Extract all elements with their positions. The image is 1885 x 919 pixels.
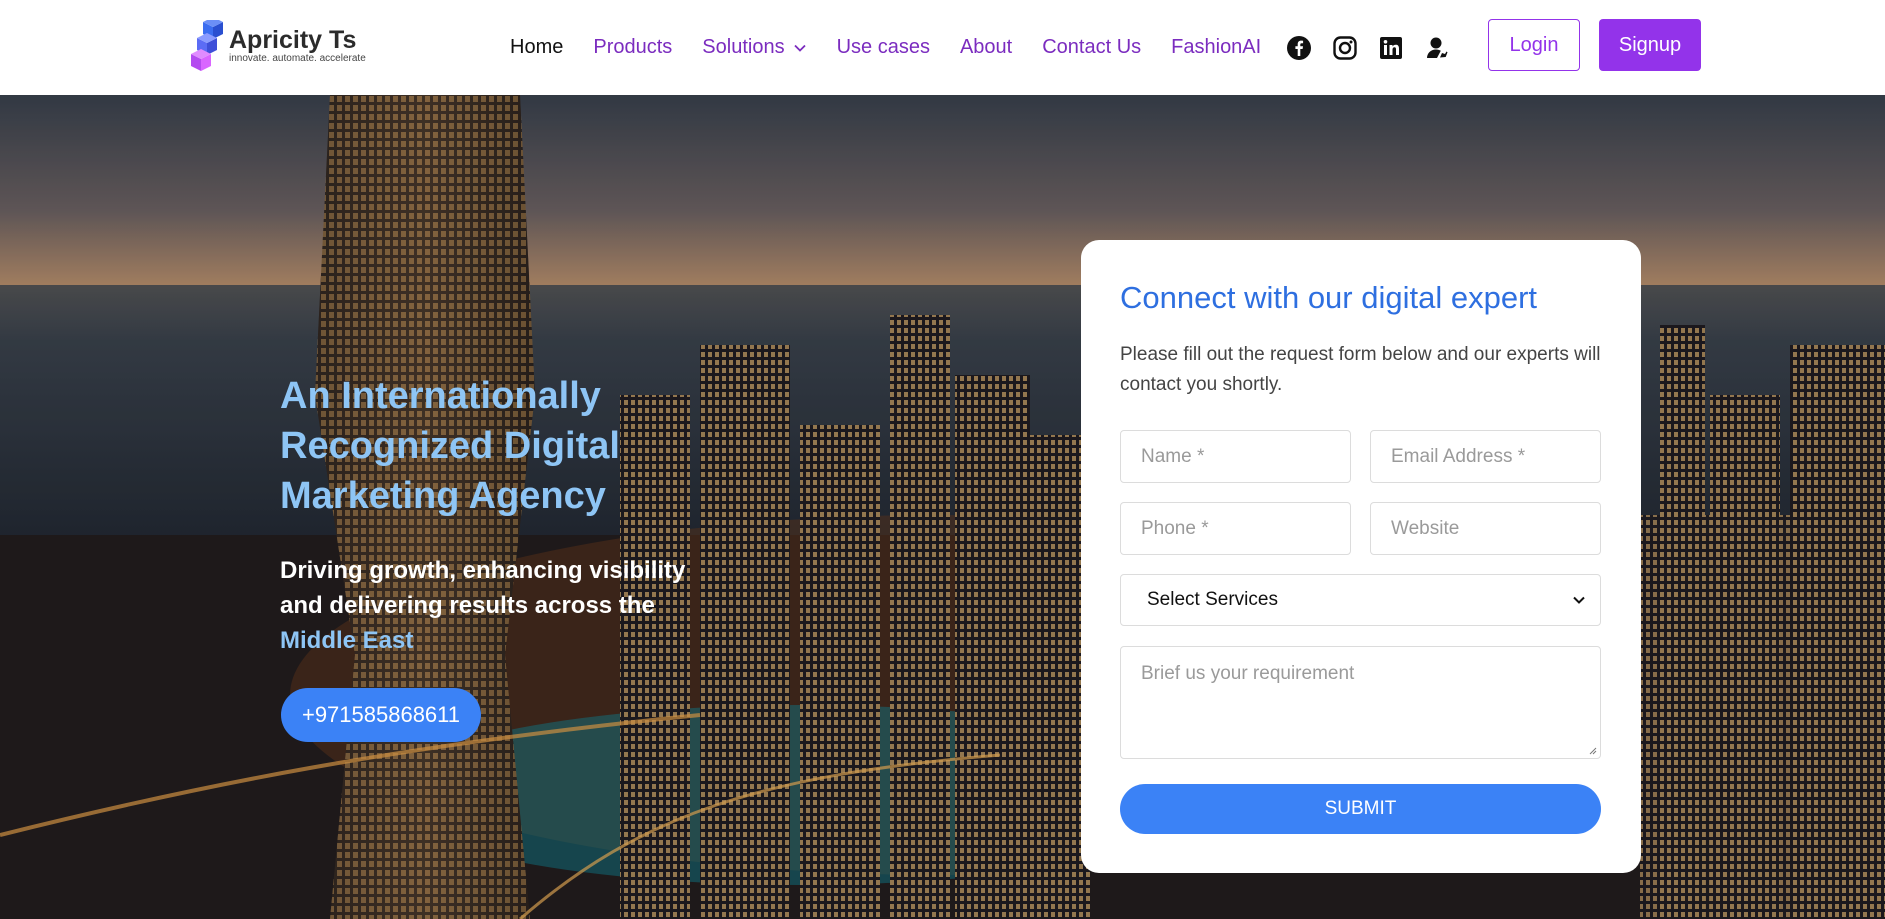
signup-button[interactable]: Signup xyxy=(1599,19,1701,71)
submit-button[interactable]: SUBMIT xyxy=(1120,784,1601,834)
chevron-down-icon xyxy=(793,44,806,52)
account-icon[interactable] xyxy=(1424,35,1450,61)
nav-fashionai[interactable]: FashionAI xyxy=(1171,36,1261,59)
brand-logo[interactable]: Apricity Ts innovate. automate. accelera… xyxy=(189,20,366,72)
nav-solutions[interactable]: Solutions xyxy=(702,36,806,59)
navbar: Apricity Ts innovate. automate. accelera… xyxy=(0,0,1885,95)
brand-tagline: innovate. automate. accelerate xyxy=(229,53,366,64)
chevron-down-icon xyxy=(1573,596,1585,604)
nav-contact-us[interactable]: Contact Us xyxy=(1042,36,1141,59)
facebook-icon[interactable] xyxy=(1286,35,1312,61)
main-nav: Home Products Solutions Use cases About … xyxy=(510,0,1291,95)
nav-solutions-label: Solutions xyxy=(702,36,785,58)
services-select[interactable]: Select Services xyxy=(1120,574,1601,626)
website-field[interactable]: Website xyxy=(1370,502,1601,555)
nav-home[interactable]: Home xyxy=(510,36,563,59)
nav-products[interactable]: Products xyxy=(593,36,672,59)
resize-grip-icon[interactable] xyxy=(1587,745,1597,755)
hero-subtitle: Driving growth, enhancing visibility and… xyxy=(280,553,710,658)
form-title: Connect with our digital expert xyxy=(1120,280,1538,315)
name-field[interactable]: Name * xyxy=(1120,430,1351,483)
requirement-textarea[interactable]: Brief us your requirement xyxy=(1120,646,1601,759)
hero-subtitle-text: Driving growth, enhancing visibility and… xyxy=(280,557,686,619)
login-button[interactable]: Login xyxy=(1488,19,1580,71)
nav-about[interactable]: About xyxy=(960,36,1012,59)
linkedin-icon[interactable] xyxy=(1378,35,1404,61)
email-field[interactable]: Email Address * xyxy=(1370,430,1601,483)
contact-form-card: Connect with our digital expert Please f… xyxy=(1081,240,1641,873)
logo-cubes-icon xyxy=(191,20,223,71)
instagram-icon[interactable] xyxy=(1332,35,1358,61)
nav-use-cases[interactable]: Use cases xyxy=(837,36,930,59)
requirement-placeholder: Brief us your requirement xyxy=(1141,663,1355,684)
form-description: Please fill out the request form below a… xyxy=(1120,344,1601,395)
hero-title: An Internationally Recognized Digital Ma… xyxy=(280,375,620,517)
social-links xyxy=(1286,0,1470,95)
hero-section: An Internationally Recognized Digital Ma… xyxy=(0,95,1885,919)
hero-subtitle-highlight: Middle East xyxy=(280,627,414,654)
phone-button[interactable]: +971585868611 xyxy=(281,688,481,742)
brand-name: Apricity Ts xyxy=(229,26,357,54)
phone-field[interactable]: Phone * xyxy=(1120,502,1351,555)
services-select-value: Select Services xyxy=(1147,589,1278,610)
